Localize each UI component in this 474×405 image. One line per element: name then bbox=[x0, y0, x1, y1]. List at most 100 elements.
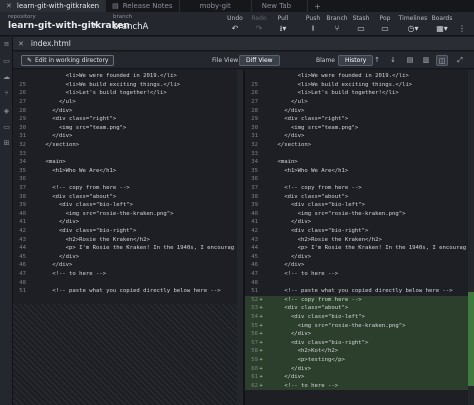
code-text: <main> bbox=[32, 159, 66, 166]
undo-icon: ↶ bbox=[231, 24, 239, 33]
diff-view-button[interactable]: Diff View bbox=[239, 55, 280, 66]
added-code-line: 60 + </div> bbox=[245, 364, 474, 373]
code-text: <img src="rosie-the-kraken.png"> bbox=[264, 210, 406, 217]
add-tab-icon[interactable]: + bbox=[308, 0, 327, 12]
code-line: 37 <!-- copy from here --> bbox=[13, 184, 243, 193]
stash-button[interactable]: Stash ▭ bbox=[348, 15, 374, 34]
tab-moby-git[interactable]: moby-git bbox=[180, 0, 252, 12]
code-text: <!-- copy from here --> bbox=[264, 296, 362, 303]
blame-button[interactable]: Blame bbox=[310, 55, 341, 66]
line-number: 53 bbox=[251, 305, 258, 312]
line-number: 61 bbox=[251, 374, 258, 381]
line-number: 42 bbox=[251, 228, 258, 235]
line-number: 47 bbox=[19, 271, 26, 278]
added-code-line: 57 + <div class="bio-right"> bbox=[245, 338, 474, 348]
close-icon[interactable]: ✕ bbox=[6, 2, 12, 10]
line-number: 46 bbox=[19, 262, 26, 269]
code-line: 46 </div> bbox=[245, 261, 474, 270]
repository-selector[interactable]: learn-git-with-gitkraken bbox=[8, 21, 130, 31]
timelines-button[interactable]: Timelines ◷▾ bbox=[398, 15, 428, 34]
more-button[interactable]: ⋮ bbox=[453, 15, 471, 34]
branch-icon: ⑂ bbox=[334, 24, 340, 33]
code-line: 48 bbox=[13, 278, 243, 287]
hunk-view-icon[interactable]: ▤ bbox=[404, 55, 416, 66]
redo-button[interactable]: Redo ↷ bbox=[246, 15, 272, 34]
added-code-line: 62 + <!-- to here --> bbox=[245, 381, 474, 391]
computer-icon[interactable]: ▭ bbox=[2, 57, 11, 66]
line-number: 55 bbox=[251, 322, 258, 329]
close-icon[interactable]: ✕ bbox=[18, 40, 24, 48]
tab-label: learn-git-with-gitkraken bbox=[16, 2, 100, 10]
left-diff-pane[interactable]: <li>We were founded in 2019.</li> 25 <li>… bbox=[13, 70, 243, 405]
cloud-icon[interactable]: ☁ bbox=[2, 73, 11, 82]
branch-icon[interactable]: ⑂ bbox=[2, 89, 11, 98]
branch-selector[interactable]: branchA bbox=[113, 22, 148, 32]
code-text: </div> bbox=[32, 253, 80, 260]
toolbar: repository learn-git-with-gitkraken ▾ br… bbox=[0, 12, 474, 36]
undo-button[interactable]: Undo ↶ bbox=[222, 15, 248, 34]
code-line: <li>We were founded in 2019.</li> bbox=[13, 72, 243, 81]
line-number: 54 bbox=[251, 314, 258, 321]
code-line: 46 </div> bbox=[13, 261, 243, 270]
code-text: <p> I'm Rosie the Kraken! In the 1940s, … bbox=[32, 245, 235, 252]
code-text: <h1>Who We Are</h1> bbox=[32, 167, 117, 174]
left-minimap[interactable] bbox=[237, 70, 243, 405]
code-line: 35 <h1>Who We Are</h1> bbox=[13, 167, 243, 176]
branch-button[interactable]: Branch ⑂ bbox=[324, 15, 350, 34]
code-text: </ul> bbox=[264, 99, 308, 106]
branch-label: Branch bbox=[326, 15, 348, 22]
stash-icon[interactable]: ▭ bbox=[2, 123, 11, 132]
boards-button[interactable]: Boards ▦▾ bbox=[429, 15, 455, 34]
menu-icon[interactable]: ≡ bbox=[2, 40, 11, 49]
timelines-label: Timelines bbox=[398, 15, 428, 22]
stash-icon: ▭ bbox=[357, 24, 365, 33]
tab-new-tab[interactable]: New Tab bbox=[252, 0, 309, 12]
line-number: 41 bbox=[251, 219, 258, 226]
split-view-icon[interactable]: ◫ bbox=[436, 55, 448, 66]
code-text: <img src="rosie-the-kraken.png"> bbox=[264, 322, 406, 329]
edit-in-working-directory-button[interactable]: ✎ Edit in working directory bbox=[21, 55, 115, 66]
pop-button[interactable]: Pop ▭ bbox=[372, 15, 398, 34]
tab-learn-git-with-gitkraken[interactable]: ✕ learn-git-with-gitkraken bbox=[0, 0, 107, 12]
chevron-down-icon[interactable]: ▾ bbox=[93, 21, 97, 29]
code-line: 29 <div class="right"> bbox=[245, 115, 474, 124]
code-line: 35 <h1>Who We Are</h1> bbox=[245, 167, 474, 176]
pull-icon: ⭳▾ bbox=[279, 24, 287, 33]
line-number: 60 bbox=[251, 365, 258, 372]
code-text: <div class="bio-right"> bbox=[264, 228, 369, 235]
line-number: 27 bbox=[19, 99, 26, 106]
code-line: 39 <div class="bio-left"> bbox=[245, 201, 474, 210]
pop-icon: ▭ bbox=[381, 24, 389, 33]
tag-icon[interactable]: ◈ bbox=[2, 107, 11, 116]
code-line: <li>We were founded in 2019.</li> bbox=[245, 72, 474, 81]
arrow-down-icon[interactable]: ↓ bbox=[387, 55, 399, 66]
code-line: 41 </div> bbox=[13, 218, 243, 227]
code-line: 25 <li>We build exciting things.</li> bbox=[13, 81, 243, 90]
push-button[interactable]: Push ⭱ bbox=[300, 15, 326, 34]
code-line: 31 </div> bbox=[245, 132, 474, 141]
code-line: 40 <img src="rosie-the-kraken.png"> bbox=[13, 210, 243, 219]
right-diff-pane[interactable]: <li>We were founded in 2019.</li> 25 <li>… bbox=[245, 70, 474, 405]
line-number: 38 bbox=[19, 193, 26, 200]
line-number: 45 bbox=[19, 253, 26, 260]
tab-release-notes[interactable]: ▤ Release Notes bbox=[106, 0, 180, 12]
right-minimap[interactable] bbox=[468, 70, 474, 405]
code-line: 30 <img src="team.png"> bbox=[245, 124, 474, 133]
arrow-up-icon[interactable]: ↑ bbox=[371, 55, 383, 66]
line-number: 31 bbox=[19, 133, 26, 140]
pull-button[interactable]: Pull ⭳▾ bbox=[270, 15, 296, 34]
fullscreen-icon[interactable]: ⤢ bbox=[454, 55, 466, 66]
history-button[interactable]: History bbox=[338, 55, 374, 66]
code-line: 51 <!-- paste what you copied directly b… bbox=[245, 287, 474, 296]
submodule-icon[interactable]: ⊞ bbox=[2, 139, 11, 148]
undo-label: Undo bbox=[227, 15, 243, 22]
code-line: 43 <h2>Rosie the Kraken</h2> bbox=[245, 235, 474, 244]
added-code-line: 52 + <!-- copy from here --> bbox=[245, 295, 474, 305]
line-number: 35 bbox=[251, 167, 258, 174]
line-number: 43 bbox=[19, 236, 26, 243]
dots-icon: ⋮ bbox=[458, 24, 466, 33]
inline-view-icon[interactable]: ▥ bbox=[420, 55, 432, 66]
line-number: 37 bbox=[251, 185, 258, 192]
code-text: </div> bbox=[264, 374, 305, 381]
